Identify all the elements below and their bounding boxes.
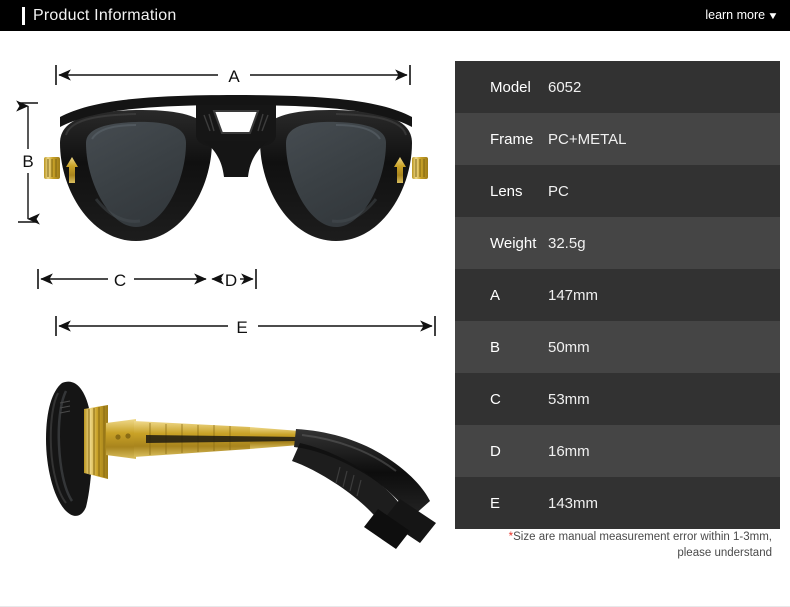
spec-label: D <box>490 442 501 460</box>
table-row: Model 6052 <box>455 61 780 113</box>
spec-label: Model <box>490 78 531 96</box>
dimension-line-e: E <box>55 316 436 337</box>
note-line-1: Size are manual measurement error within… <box>513 531 772 543</box>
spec-label: Weight <box>490 234 537 252</box>
spec-label: C <box>490 390 501 408</box>
table-row: A 147mm <box>455 269 780 321</box>
dimension-line-b: B <box>16 100 40 225</box>
dimension-label-a: A <box>228 67 240 86</box>
learn-more-label: learn more <box>705 8 766 22</box>
spec-label: E <box>490 494 501 512</box>
table-row: Weight 32.5g <box>455 217 780 269</box>
gold-hinge-right <box>412 157 428 179</box>
product-dimension-diagram: A B C D E <box>0 31 455 607</box>
learn-more-button[interactable]: learn more ▼ <box>705 0 778 31</box>
dimension-line-d: D <box>211 269 257 290</box>
spec-value: 50mm <box>548 338 590 356</box>
measurement-note: *Size are manual measurement error withi… <box>455 529 780 561</box>
dimension-label-c: C <box>114 271 126 290</box>
bridge-cutout <box>212 110 260 134</box>
gold-hinge-left <box>44 157 60 179</box>
specification-table: Model 6052 Frame PC+METAL Lens PC Weight… <box>455 61 780 529</box>
table-row: E 143mm <box>455 477 780 529</box>
spec-label: A <box>490 286 501 304</box>
dimension-label-e: E <box>236 318 247 337</box>
spec-value: 16mm <box>548 442 590 460</box>
gold-endpiece <box>84 405 108 479</box>
spec-value: 6052 <box>548 78 582 96</box>
spec-label: Lens <box>490 182 523 200</box>
spec-value: PC+METAL <box>548 130 627 148</box>
note-line-2: please understand <box>677 547 772 559</box>
table-row: C 53mm <box>455 373 780 425</box>
page-title: Product Information <box>33 7 177 24</box>
spec-value: 143mm <box>548 494 599 512</box>
table-row: B 50mm <box>455 321 780 373</box>
table-row: Lens PC <box>455 165 780 217</box>
sunglasses-front-view <box>44 95 428 241</box>
content-area: A B C D E Model 6052 Frame PC+METAL Lens… <box>0 31 790 607</box>
table-row: D 16mm <box>455 425 780 477</box>
spec-value: 147mm <box>548 286 599 304</box>
spec-value: 32.5g <box>548 234 586 252</box>
dimension-label-b: B <box>22 152 33 171</box>
spec-label: B <box>490 338 501 356</box>
dimension-line-c: C <box>37 269 207 290</box>
spec-value: PC <box>548 182 569 200</box>
table-row: Frame PC+METAL <box>455 113 780 165</box>
spec-label: Frame <box>490 130 534 148</box>
dimension-label-d: D <box>225 271 237 290</box>
sunglasses-side-view <box>46 381 436 549</box>
header-accent-bar <box>22 7 25 25</box>
dimension-line-a: A <box>55 65 411 86</box>
chevron-down-icon: ▼ <box>767 11 779 22</box>
spec-value: 53mm <box>548 390 590 408</box>
page-header: Product Information learn more ▼ <box>0 0 790 31</box>
